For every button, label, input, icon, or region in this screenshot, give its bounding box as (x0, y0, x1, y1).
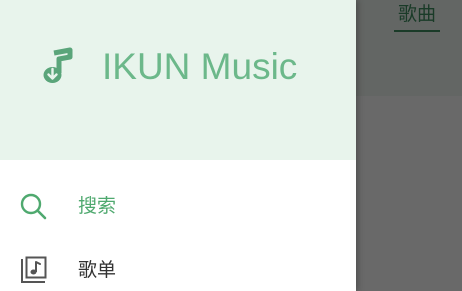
menu-item-playlist[interactable]: 歌单 (0, 238, 356, 291)
app-root: 歌曲 IKUN Music 搜索 (0, 0, 462, 291)
navigation-drawer: IKUN Music 搜索 歌单 (0, 0, 356, 291)
app-title: IKUN Music (102, 46, 298, 87)
menu-item-label: 搜索 (78, 195, 117, 217)
menu-item-search[interactable]: 搜索 (0, 174, 356, 238)
search-icon (20, 193, 47, 220)
drawer-menu: 搜索 歌单 (0, 174, 356, 291)
drawer-header: IKUN Music (0, 0, 356, 160)
music-note-download-icon (43, 47, 73, 83)
playlist-icon (21, 256, 47, 283)
menu-item-label: 歌单 (78, 259, 117, 281)
